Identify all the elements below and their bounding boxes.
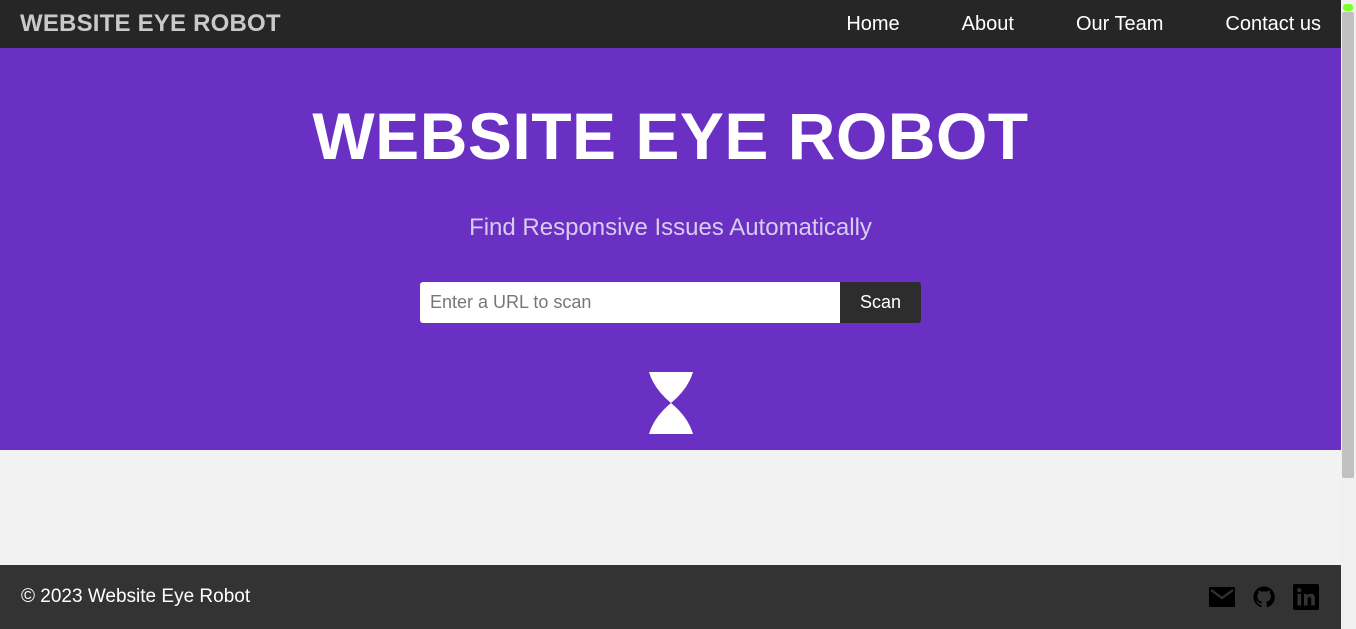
hero-subtitle: Find Responsive Issues Automatically [469,214,872,241]
nav-links: Home About Our Team Contact us [846,13,1321,36]
copyright-text: © 2023 Website Eye Robot [21,586,251,607]
github-icon[interactable] [1251,584,1277,610]
linkedin-icon[interactable] [1293,584,1319,610]
social-links [1193,584,1319,610]
scan-form: Scan [420,282,921,323]
nav-link-about[interactable]: About [962,13,1014,36]
hourglass-icon [649,372,693,434]
nav-link-contact-us[interactable]: Contact us [1225,13,1321,36]
footer: © 2023 Website Eye Robot [0,565,1341,629]
brand-logo-text[interactable]: WEBSITE EYE ROBOT [20,10,281,38]
scan-button[interactable]: Scan [840,282,921,323]
hero-title: WEBSITE EYE ROBOT [312,99,1029,173]
vertical-scrollbar[interactable] [1341,0,1356,629]
scrollbar-thumb[interactable] [1342,12,1354,478]
mail-icon[interactable] [1209,584,1235,610]
top-navbar: WEBSITE EYE ROBOT Home About Our Team Co… [0,0,1341,48]
page: WEBSITE EYE ROBOT Home About Our Team Co… [0,0,1356,629]
nav-link-our-team[interactable]: Our Team [1076,13,1163,36]
nav-link-home[interactable]: Home [846,13,899,36]
url-input[interactable] [420,282,840,323]
scroll-up-indicator [1343,4,1353,11]
hero-section: WEBSITE EYE ROBOT Find Responsive Issues… [0,48,1341,450]
